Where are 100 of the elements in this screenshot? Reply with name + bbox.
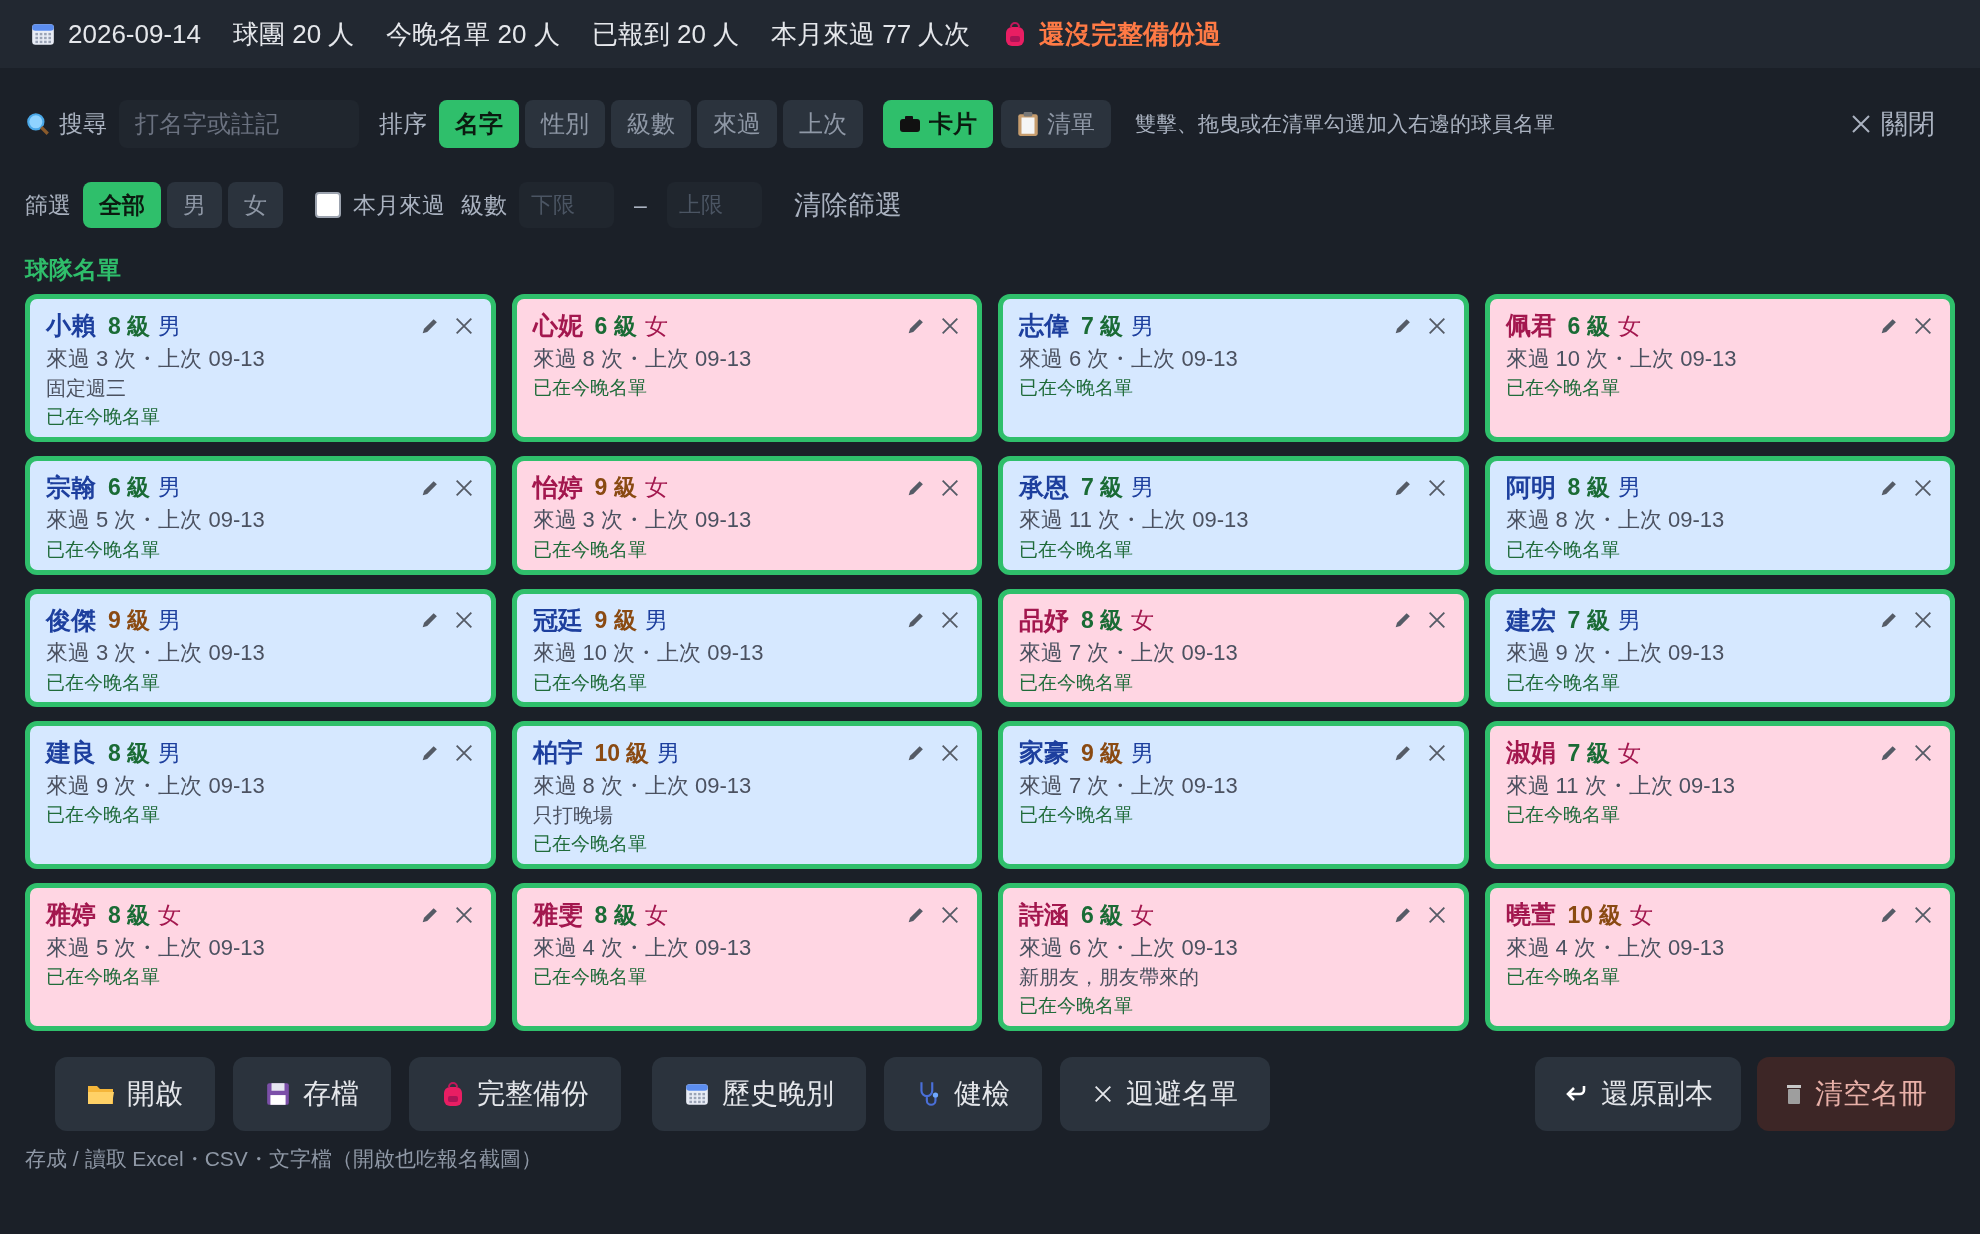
player-level: 9 級 [1081,738,1124,768]
player-level: 9 級 [108,606,151,635]
player-card[interactable]: 雅雯 8 級 女 來過 4 次・上次 09-13 已在今晚名單 [511,883,982,1031]
player-card[interactable]: 佩君 6 級 女 來過 10 次・上次 09-13 已在今晚名單 [1484,294,1955,442]
player-card[interactable]: 品妤 8 級 女 來過 7 次・上次 09-13 已在今晚名單 [998,588,1469,708]
player-name: 家豪 [1019,737,1069,769]
clear-filter-button[interactable]: 清除篩選 [793,184,902,226]
status-text: 已在今晚名單 [1505,803,1621,827]
action-button[interactable]: 還原副本 [1535,1056,1741,1131]
action-button[interactable]: 開啟 [55,1056,215,1131]
visit-info: 來過 9 次・上次 09-13 [1505,639,1726,667]
player-card[interactable]: 心妮 6 級 女 來過 8 次・上次 09-13 已在今晚名單 [511,294,982,442]
status-text: 已在今晚名單 [1019,670,1134,695]
sort-label: 排序 [379,109,427,139]
player-name: 宗翰 [46,471,96,503]
stat-text: 球團 20 人 [233,17,355,51]
player-card[interactable]: 淑娟 7 級 女 來過 11 次・上次 09-13 已在今晚名單 [1484,721,1955,869]
visit-info: 來過 6 次・上次 09-13 [1019,933,1239,961]
player-card[interactable]: 曉萱 10 級 女 來過 4 次・上次 09-13 已在今晚名單 [1484,883,1955,1031]
sort-tab[interactable]: 性別 [525,100,605,148]
player-gender: 男 [158,606,182,635]
gender-filter-tab[interactable]: 全部 [83,182,161,228]
gender-filter-tab[interactable]: 男 [167,182,222,228]
player-card[interactable]: 詩涵 6 級 女 來過 6 次・上次 09-13 新朋友，朋友帶來的 已在今晚名單 [998,883,1469,1031]
player-gender: 女 [158,900,182,930]
player-gender: 女 [1617,738,1641,768]
view-tab[interactable]: 清單 [1001,100,1111,148]
player-level: 7 級 [1081,311,1124,341]
visit-info: 來過 10 次・上次 09-13 [532,639,765,667]
player-level: 9 級 [594,473,637,503]
player-name: 心妮 [532,310,583,341]
status-text: 已在今晚名單 [1505,537,1621,562]
status-text: 已在今晚名單 [46,537,161,562]
visit-info: 來過 4 次・上次 09-13 [1505,933,1726,961]
date-text: 2026-09-14 [68,17,201,51]
filter-label: 篩選 [25,190,71,220]
action-button[interactable]: 歷史晚別 [652,1056,866,1131]
status-text: 已在今晚名單 [532,537,648,562]
player-name: 志偉 [1019,310,1069,341]
player-name: 冠廷 [532,604,583,636]
player-card[interactable]: 柏宇 10 級 男 來過 8 次・上次 09-13 只打晚場 已在今晚名單 [511,721,982,869]
close-button[interactable]: 關閉 [1849,103,1935,145]
visit-info: 來過 10 次・上次 09-13 [1505,344,1738,372]
status-text: 已在今晚名單 [1019,994,1134,1018]
action-button[interactable]: 完整備份 [409,1056,621,1131]
player-name: 佩君 [1505,310,1556,341]
player-name: 阿明 [1505,471,1556,503]
sort-tab[interactable]: 上次 [783,100,863,148]
player-level: 6 級 [1081,900,1124,930]
visit-info: 來過 8 次・上次 09-13 [532,771,753,800]
hint-text: 雙擊、拖曳或在清單勾選加入右邊的球員名單 [1135,111,1555,138]
sort-tab[interactable]: 來過 [697,100,777,148]
player-card[interactable]: 家豪 9 級 男 來過 7 次・上次 09-13 已在今晚名單 [998,721,1469,869]
visit-info: 來過 7 次・上次 09-13 [1019,771,1239,800]
sort-tab[interactable]: 級數 [611,100,691,148]
visit-info: 來過 3 次・上次 09-13 [46,344,266,372]
action-button[interactable]: 迴避名單 [1060,1056,1270,1131]
visit-info: 來過 3 次・上次 09-13 [532,506,753,534]
player-name: 品妤 [1019,604,1069,636]
player-card[interactable]: 阿明 8 級 男 來過 8 次・上次 09-13 已在今晚名單 [1484,455,1955,575]
player-card[interactable]: 志偉 7 級 男 來過 6 次・上次 09-13 已在今晚名單 [998,294,1469,442]
player-name: 柏宇 [532,737,583,769]
player-card[interactable]: 冠廷 9 級 男 來過 10 次・上次 09-13 已在今晚名單 [511,588,982,708]
player-card[interactable]: 怡婷 9 級 女 來過 3 次・上次 09-13 已在今晚名單 [511,455,982,575]
player-card[interactable]: 小賴 8 級 男 來過 3 次・上次 09-13 固定週三 已在今晚名單 [25,294,496,442]
player-card[interactable]: 俊傑 9 級 男 來過 3 次・上次 09-13 已在今晚名單 [25,588,496,708]
player-card[interactable]: 宗翰 6 級 男 來過 5 次・上次 09-13 已在今晚名單 [25,455,496,575]
checkbox[interactable] [315,192,341,218]
player-level: 8 級 [594,900,637,930]
view-tab[interactable]: 卡片 [883,100,993,148]
player-level: 10 級 [594,738,650,768]
player-name: 俊傑 [46,604,96,636]
stat-text: 已報到 20 人 [591,17,740,51]
player-name: 怡婷 [532,471,583,503]
visit-info: 來過 11 次・上次 09-13 [1505,771,1736,800]
action-button[interactable]: 健檢 [884,1056,1042,1131]
player-card[interactable]: 雅婷 8 級 女 來過 5 次・上次 09-13 已在今晚名單 [25,883,496,1031]
player-level: 7 級 [1081,473,1124,503]
player-gender: 男 [158,473,182,503]
search-field[interactable]: 打名字或註記 [119,100,359,148]
visit-info: 來過 8 次・上次 09-13 [1505,506,1726,534]
backpack-icon [441,1080,465,1107]
player-card[interactable]: 建良 8 級 男 來過 9 次・上次 09-13 已在今晚名單 [25,721,496,869]
player-note: 只打晚場 [532,803,614,829]
action-button[interactable]: 存檔 [233,1056,391,1131]
player-card[interactable]: 承恩 7 級 男 來過 11 次・上次 09-13 已在今晚名單 [998,455,1469,575]
sort-tab[interactable]: 名字 [439,100,519,148]
status-text: 已在今晚名單 [532,670,648,695]
visit-info: 來過 7 次・上次 09-13 [1019,639,1239,667]
player-gender: 男 [1131,311,1155,341]
status-text: 已在今晚名單 [1505,965,1621,989]
player-level: 8 級 [108,900,151,930]
action-button[interactable]: 清空名冊 [1757,1056,1955,1131]
visit-info: 來過 3 次・上次 09-13 [46,639,266,667]
player-name: 建良 [46,737,96,769]
player-level: 9 級 [594,606,637,635]
footer-text: 存成 / 讀取 Excel・CSV・文字檔（開啟也吃報名截圖） [24,1145,543,1172]
gender-filter-tab[interactable]: 女 [228,182,283,228]
player-card[interactable]: 建宏 7 級 男 來過 9 次・上次 09-13 已在今晚名單 [1484,588,1955,708]
player-gender: 男 [158,738,182,768]
